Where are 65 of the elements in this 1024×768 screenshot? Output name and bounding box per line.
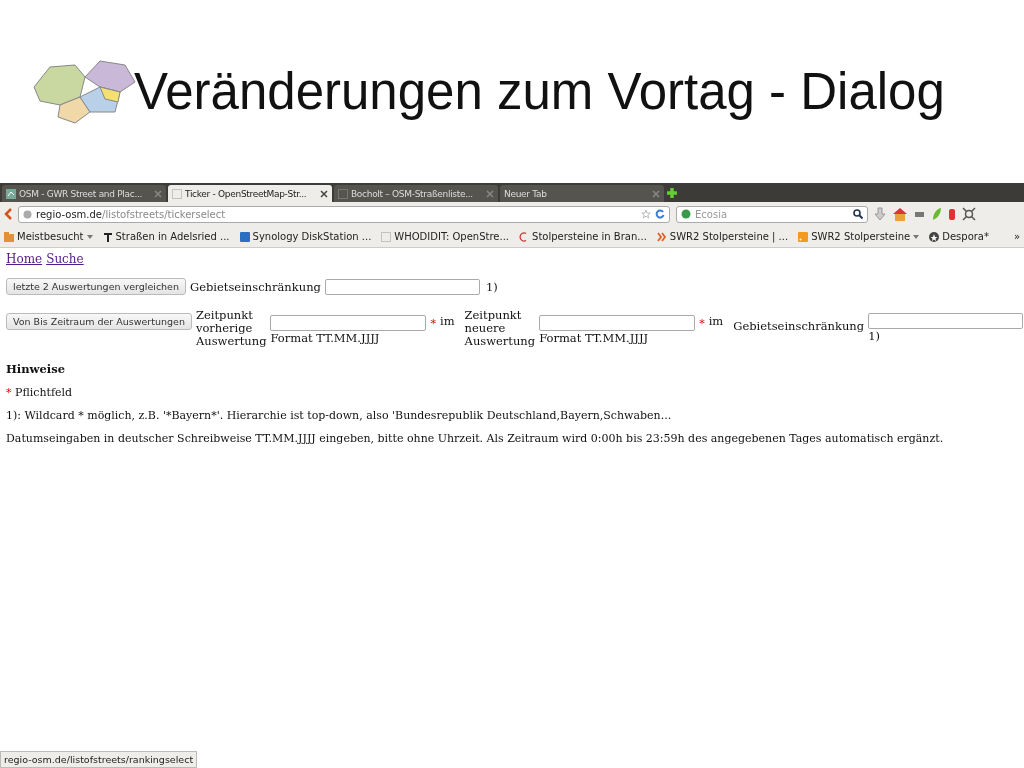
overflow-chevron[interactable]: » [1013,231,1020,242]
bookmark-link[interactable]: Stolpersteine in Bran... [519,231,647,242]
network-icon[interactable] [962,207,978,221]
bookmark-link[interactable]: WHODIDIT: OpenStre... [381,231,510,242]
page-icon [338,188,348,199]
bookmark-link[interactable]: SWR2 Stolpersteine | ... [656,231,789,242]
globe-icon [681,209,691,219]
app-icon [239,231,250,242]
bookmark-link[interactable]: Synology DiskStation ... [239,231,372,242]
chevrons-icon [656,231,667,242]
bookmark-link[interactable]: Straßen in Adelsried ... [102,231,230,242]
search-icon[interactable] [853,209,863,219]
leaf-icon[interactable] [932,207,942,221]
url-path: /listofstreets/tickerselect [102,208,227,220]
star-icon [929,231,940,242]
status-bar: regio-osm.de/listofstreets/rankingselect [0,751,198,768]
joiner-text: im [440,314,455,328]
url-host: regio-osm.de [36,208,102,220]
nav-link[interactable]: Suche [46,252,84,266]
required-legend: Pflichtfeld [15,386,73,399]
hint-text: Datumseingaben in deutscher Schreibweise TT.MM.JJJJ eingeben, bitte ohne Uhrzeit. Als Zeitraum wird 0:00h bis 23:59h des angegebenen Tages automatisch ergänzt. [6,432,945,445]
page-icon [381,231,392,242]
format-hint: Format TT.MM.JJJJ [539,331,650,345]
plus-icon[interactable] [666,187,678,199]
close-icon[interactable] [320,189,328,198]
page-icon [172,188,182,199]
bookmark-link[interactable]: Despora* [929,231,989,242]
required-mark: * [699,316,705,330]
required-mark: * [6,386,12,399]
search-input[interactable]: Ecosia [695,208,849,220]
required-mark: * [430,316,436,330]
joiner-text: im [708,314,724,328]
search-bar[interactable]: Ecosia [676,205,868,223]
slide-title: Veränderungen zum Vortag - Dialog [134,62,945,121]
bookmark-link[interactable]: Meistbesucht [4,231,93,242]
footnote-ref: 1) [485,279,498,294]
footnote-ref: 1) [868,329,881,343]
browser-tab[interactable]: Ticker - OpenStreetMap-Str... [168,185,332,202]
globe-icon [23,209,32,219]
region-input[interactable] [868,313,1024,329]
field-label: Gebietseinschränkung [190,279,321,294]
browser-tab[interactable]: Neuer Tab [500,185,664,202]
browser-tab[interactable]: OSM - GWR Street and Plac... [2,185,166,202]
folder-icon [4,231,14,242]
range-button[interactable]: Von Bis Zeitraum der Auswertungen [6,313,192,330]
nav-link[interactable]: Home [6,252,43,266]
field-label: Zeitpunkt vorherige Auswertung [195,309,267,348]
hint-text: 1): Wildcard * möglich, z.B. '*Bayern*'. Hierarchie ist top-down, also 'Bundesrepublik Deutschland,Bayern,Schwaben... [6,409,673,422]
section-heading: Hinweise [6,362,66,376]
home-icon[interactable] [892,207,908,221]
date-input[interactable] [270,315,427,331]
rss-icon [798,231,809,242]
compare-button[interactable]: letzte 2 Auswertungen vergleichen [6,278,186,295]
download-arrow-icon[interactable] [874,207,886,221]
field-label: Gebietseinschränkung [733,319,865,333]
bookmark-link[interactable]: SWR2 Stolpersteine [798,231,920,242]
region-input[interactable] [324,278,480,295]
address-bar[interactable]: regio-osm.de/listofstreets/tickerselect [18,205,670,223]
browser-tab[interactable]: Bocholt – OSM-Straßenliste... [334,185,498,202]
date-input[interactable] [539,315,696,331]
format-hint: Format TT.MM.JJJJ [270,331,381,345]
reload-icon[interactable] [655,209,665,219]
field-label: Zeitpunkt neuere Auswertung [464,309,536,348]
map-icon [6,188,16,199]
star-icon[interactable] [641,209,651,219]
